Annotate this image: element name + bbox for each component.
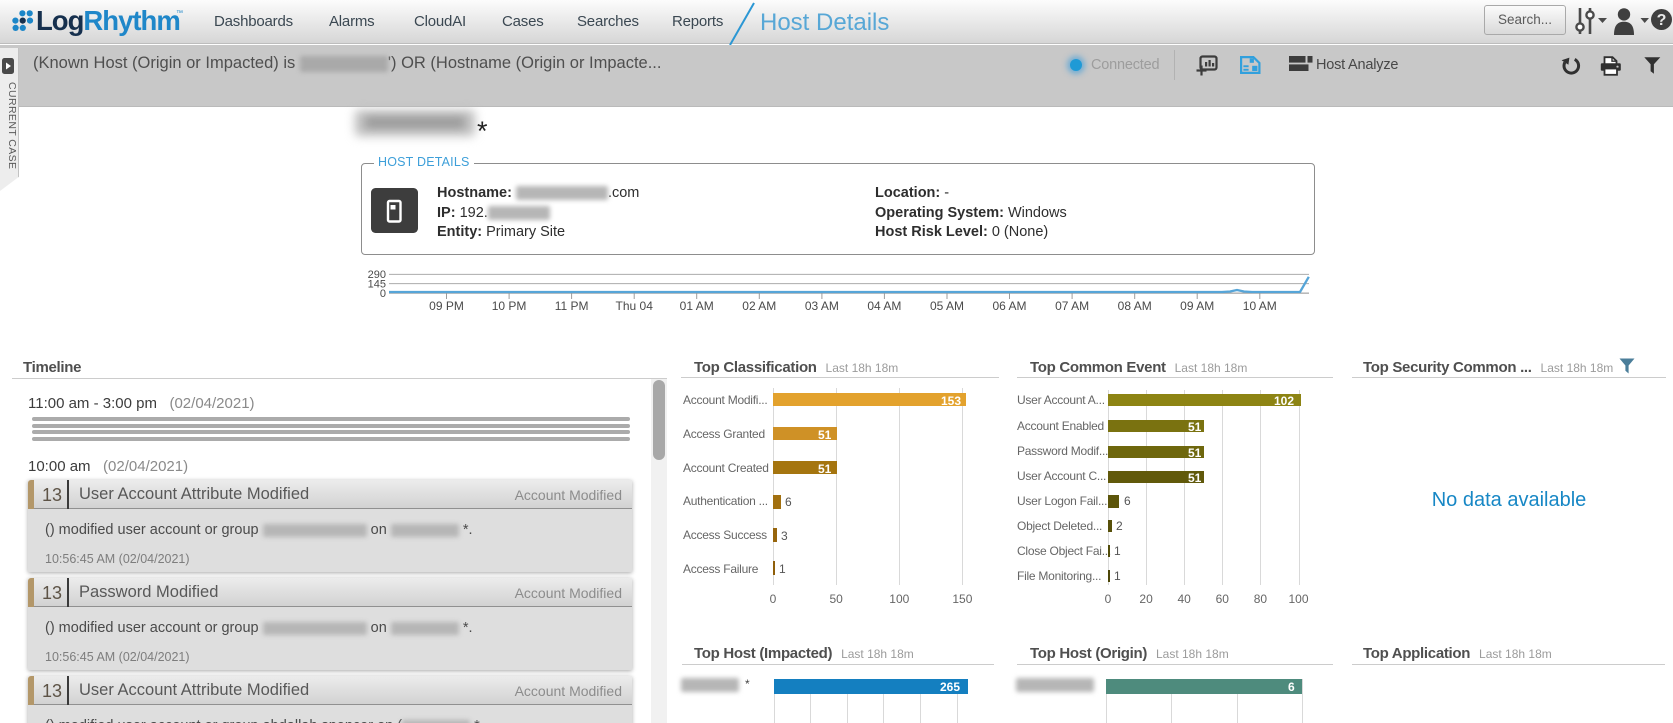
svg-text:11 PM: 11 PM — [555, 299, 589, 313]
svg-text:03 AM: 03 AM — [805, 299, 839, 313]
svg-text:07 AM: 07 AM — [1055, 299, 1089, 313]
svg-text:02 AM: 02 AM — [742, 299, 776, 313]
svg-text:™: ™ — [176, 10, 183, 17]
svg-text:10 PM: 10 PM — [492, 299, 527, 313]
svg-text:09 AM: 09 AM — [1180, 299, 1214, 313]
svg-text:0: 0 — [380, 288, 386, 300]
svg-text:LogRhythm: LogRhythm — [36, 5, 180, 36]
svg-text:04 AM: 04 AM — [867, 299, 901, 313]
svg-text:?: ? — [1657, 12, 1667, 29]
svg-text:05 AM: 05 AM — [930, 299, 964, 313]
svg-text:08 AM: 08 AM — [1118, 299, 1152, 313]
svg-text:10 AM: 10 AM — [1243, 299, 1277, 313]
svg-text:Thu 04: Thu 04 — [616, 299, 654, 313]
svg-text:09 PM: 09 PM — [429, 299, 464, 313]
svg-text:06 AM: 06 AM — [992, 299, 1026, 313]
svg-text:01 AM: 01 AM — [680, 299, 714, 313]
